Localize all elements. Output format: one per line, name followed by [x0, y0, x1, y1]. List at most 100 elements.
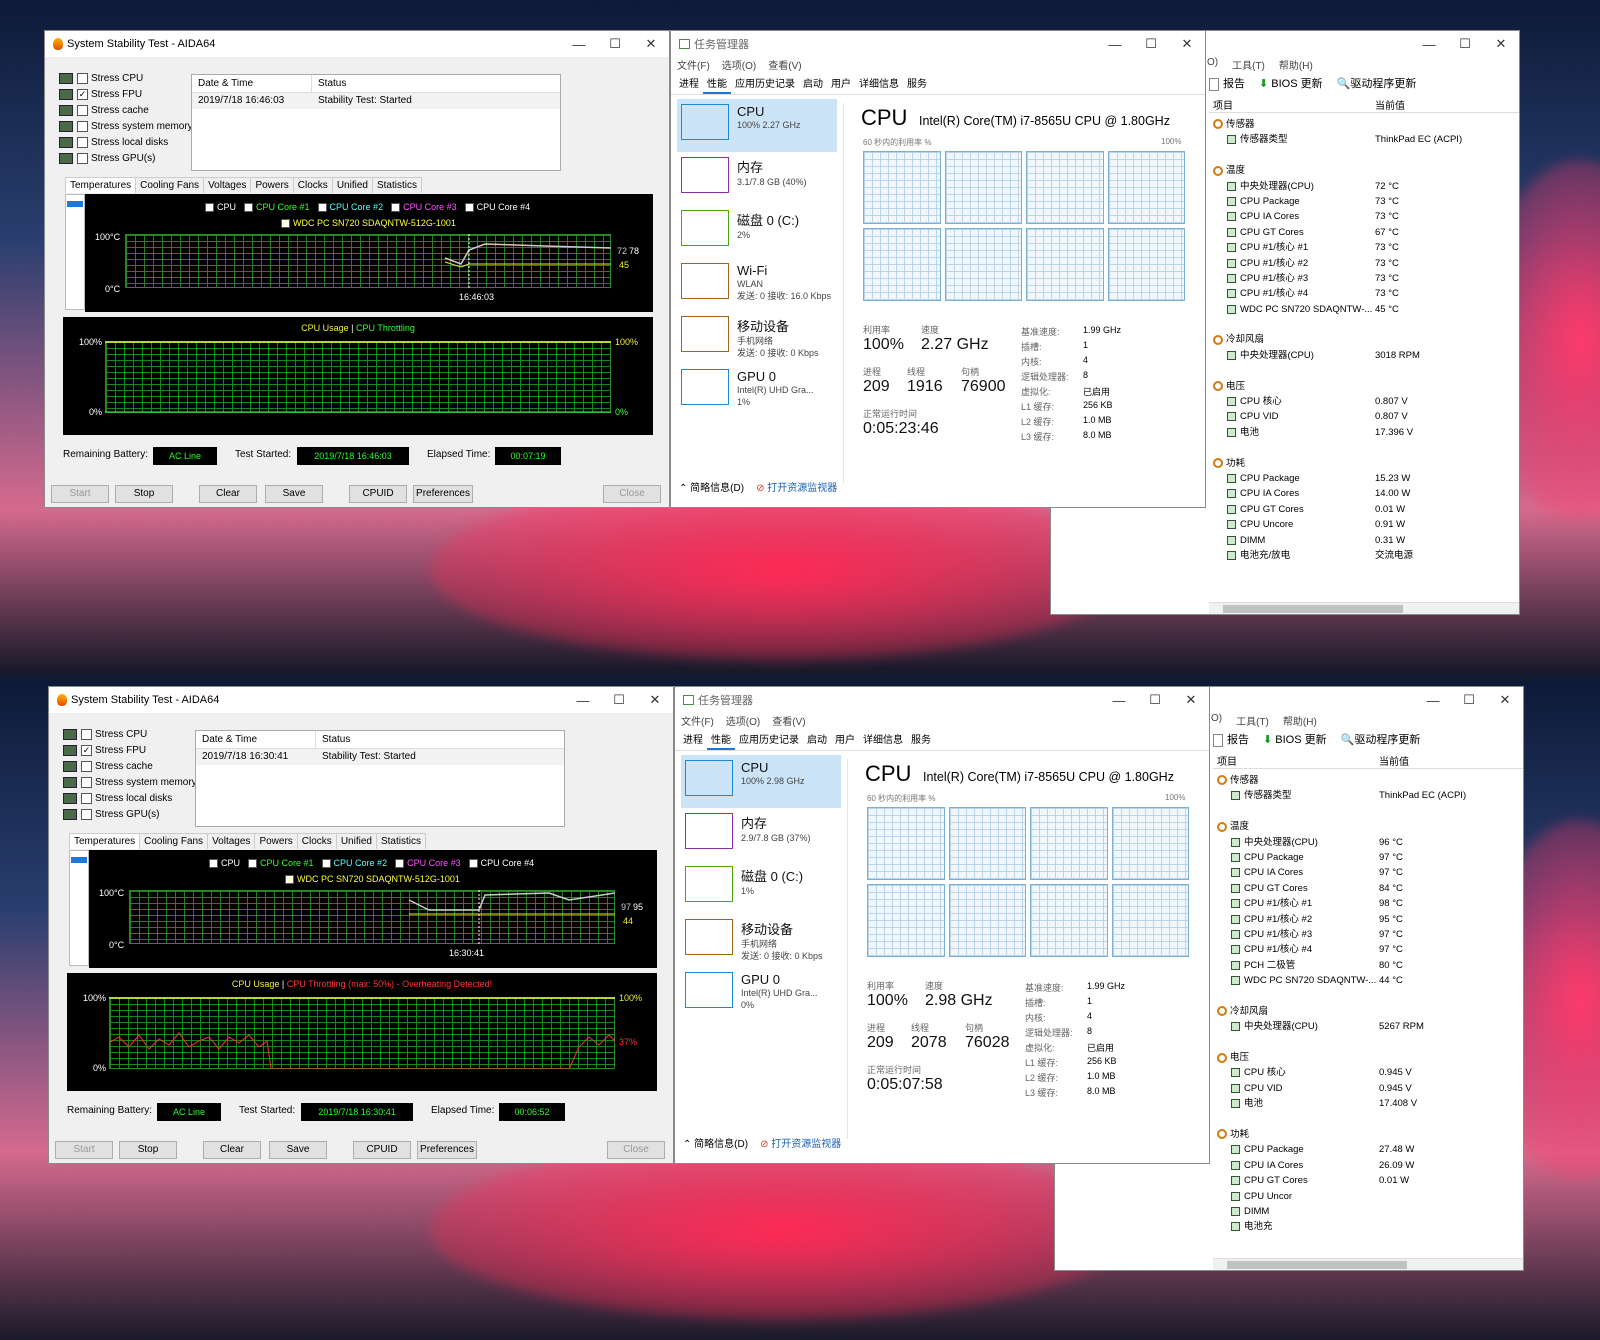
sensor-row[interactable]: CPU #1/核心 #3 73 °C: [1213, 271, 1513, 286]
sensor-row[interactable]: CPU Package 97 °C: [1217, 850, 1517, 865]
stress-checkbox[interactable]: [77, 120, 88, 132]
stress-checkbox[interactable]: [81, 776, 92, 788]
sensor-row[interactable]: CPU GT Cores 84 °C: [1217, 881, 1517, 896]
start-button[interactable]: Start: [55, 1141, 113, 1159]
sensor-group[interactable]: 温度: [1213, 163, 1513, 178]
legend-item[interactable]: ✓ CPU: [209, 858, 240, 869]
report-button[interactable]: 报告: [1213, 731, 1249, 747]
maximize-button[interactable]: ☐: [1137, 692, 1173, 708]
stress-option[interactable]: Stress system memory: [59, 119, 193, 135]
tm-menu-item[interactable]: 文件(F): [677, 57, 710, 73]
tm-tab[interactable]: 应用历史记录: [731, 73, 799, 94]
sensor-group[interactable]: 电压: [1217, 1050, 1517, 1065]
maximize-button[interactable]: ☐: [597, 36, 633, 52]
sensor-group[interactable]: 冷却风扇: [1217, 1004, 1517, 1019]
tm-tab[interactable]: 服务: [903, 73, 931, 94]
tm-menu-item[interactable]: 选项(O): [726, 713, 760, 729]
sensor-row[interactable]: 传感器类型 ThinkPad EC (ACPI): [1213, 132, 1513, 147]
sensor-row[interactable]: CPU IA Cores 73 °C: [1213, 209, 1513, 224]
sensor-row[interactable]: 电池 17.408 V: [1217, 1096, 1517, 1111]
sensor-row[interactable]: 中央处理器(CPU) 5267 RPM: [1217, 1019, 1517, 1034]
legend-item[interactable]: ✓ CPU Core #1: [244, 202, 310, 213]
tm-tab[interactable]: 详细信息: [855, 73, 903, 94]
graph-tab[interactable]: Clocks: [296, 833, 337, 849]
open-resource-monitor-link[interactable]: ⊘ 打开资源监视器: [756, 479, 837, 494]
horizontal-scrollbar[interactable]: [1213, 1258, 1523, 1270]
sensor-row[interactable]: 中央处理器(CPU) 96 °C: [1217, 835, 1517, 850]
tm-tab[interactable]: 应用历史记录: [735, 729, 803, 750]
sensor-row[interactable]: CPU #1/核心 #3 97 °C: [1217, 927, 1517, 942]
legend-disk[interactable]: ✓ WDC PC SN720 SDAQNTW-512G-1001: [281, 218, 456, 229]
sensor-list-scroll[interactable]: [65, 194, 85, 310]
hw-menu-item[interactable]: 工具(T): [1232, 57, 1265, 72]
tm-tab[interactable]: 启动: [803, 729, 831, 750]
sensor-row[interactable]: CPU #1/核心 #1 73 °C: [1213, 240, 1513, 255]
close-button[interactable]: ✕: [1169, 36, 1205, 52]
stress-checkbox[interactable]: ✓: [81, 744, 92, 756]
graph-tab[interactable]: Cooling Fans: [139, 833, 209, 849]
stress-option[interactable]: ✓ Stress FPU: [63, 743, 197, 759]
sensor-row[interactable]: CPU VID 0.807 V: [1213, 409, 1513, 424]
stress-option[interactable]: Stress cache: [63, 759, 197, 775]
log-header-datetime[interactable]: Date & Time: [192, 75, 312, 92]
sensor-row[interactable]: DIMM: [1217, 1204, 1517, 1219]
tm-resource-item[interactable]: 移动设备 手机网络 发送: 0 接收: 0 Kbps: [681, 914, 841, 967]
sensor-group[interactable]: 功耗: [1217, 1127, 1517, 1142]
sensor-row[interactable]: 电池充/放电 交流电源: [1213, 548, 1513, 563]
tm-tab[interactable]: 服务: [907, 729, 935, 750]
graph-tab[interactable]: Cooling Fans: [135, 177, 205, 193]
sensor-row[interactable]: 中央处理器(CPU) 3018 RPM: [1213, 348, 1513, 363]
bios-update-button[interactable]: ⬇ BIOS 更新: [1263, 731, 1327, 747]
tm-tab[interactable]: 进程: [675, 73, 703, 94]
start-button[interactable]: Start: [51, 485, 109, 503]
tm-tab[interactable]: 启动: [799, 73, 827, 94]
preferences-button[interactable]: Preferences: [413, 485, 473, 503]
log-header-datetime[interactable]: Date & Time: [196, 731, 316, 748]
stress-option[interactable]: Stress cache: [59, 103, 193, 119]
sensor-row[interactable]: CPU Package 15.23 W: [1213, 471, 1513, 486]
stress-checkbox[interactable]: [81, 792, 92, 804]
minimize-button[interactable]: —: [561, 37, 597, 52]
cpuid-button[interactable]: CPUID: [349, 485, 407, 503]
horizontal-scrollbar[interactable]: [1209, 602, 1519, 614]
maximize-button[interactable]: ☐: [1133, 36, 1169, 52]
sensor-row[interactable]: WDC PC SN720 SDAQNTW-... 44 °C: [1217, 973, 1517, 988]
sensor-row[interactable]: CPU #1/核心 #2 73 °C: [1213, 256, 1513, 271]
sensor-row[interactable]: CPU 核心 0.945 V: [1217, 1065, 1517, 1080]
scrollbar-thumb[interactable]: [1223, 605, 1403, 613]
col-item-header[interactable]: 项目: [1213, 97, 1233, 112]
tm-resource-item[interactable]: 磁盘 0 (C:) 2%: [677, 205, 837, 258]
minimize-button[interactable]: —: [1411, 37, 1447, 52]
tm-menu-item[interactable]: 文件(F): [681, 713, 714, 729]
sensor-row[interactable]: 电池充: [1217, 1219, 1517, 1234]
save-button[interactable]: Save: [265, 485, 323, 503]
graph-tab[interactable]: Unified: [331, 177, 373, 193]
hw-menu-item[interactable]: O): [1211, 713, 1222, 728]
stress-checkbox[interactable]: [81, 728, 92, 740]
sensor-row[interactable]: CPU VID 0.945 V: [1217, 1081, 1517, 1096]
brief-info-button[interactable]: ⌃ 简略信息(D): [679, 479, 744, 494]
tm-resource-item[interactable]: 磁盘 0 (C:) 1%: [681, 861, 841, 914]
col-value-header[interactable]: 当前值: [1379, 753, 1409, 768]
tm-resource-item[interactable]: Wi-Fi WLAN 发送: 0 接收: 16.0 Kbps: [677, 258, 837, 311]
tm-resource-item[interactable]: 内存 3.1/7.8 GB (40%): [677, 152, 837, 205]
driver-update-button[interactable]: 🔍驱动程序更新: [1341, 731, 1421, 747]
sensor-row[interactable]: PCH 二极管 80 °C: [1217, 958, 1517, 973]
hw-menu-item[interactable]: 工具(T): [1236, 713, 1269, 728]
col-item-header[interactable]: 项目: [1217, 753, 1237, 768]
stop-button[interactable]: Stop: [119, 1141, 177, 1159]
tm-resource-item[interactable]: GPU 0 Intel(R) UHD Gra... 0%: [681, 967, 841, 1020]
brief-info-button[interactable]: ⌃ 简略信息(D): [683, 1135, 748, 1150]
legend-item[interactable]: ✓ CPU Core #3: [391, 202, 457, 213]
sensor-group[interactable]: 功耗: [1213, 456, 1513, 471]
sensor-row[interactable]: CPU 核心 0.807 V: [1213, 394, 1513, 409]
log-header-status[interactable]: Status: [316, 731, 350, 748]
legend-item[interactable]: ✓ CPU Core #1: [248, 858, 314, 869]
bios-update-button[interactable]: ⬇ BIOS 更新: [1259, 75, 1323, 91]
sensor-row[interactable]: CPU GT Cores 0.01 W: [1213, 502, 1513, 517]
hw-menu-item[interactable]: O): [1207, 57, 1218, 72]
graph-tab[interactable]: Powers: [250, 177, 294, 193]
graph-tab[interactable]: Voltages: [203, 177, 252, 193]
sensor-row[interactable]: CPU GT Cores 0.01 W: [1217, 1173, 1517, 1188]
clear-button[interactable]: Clear: [199, 485, 257, 503]
